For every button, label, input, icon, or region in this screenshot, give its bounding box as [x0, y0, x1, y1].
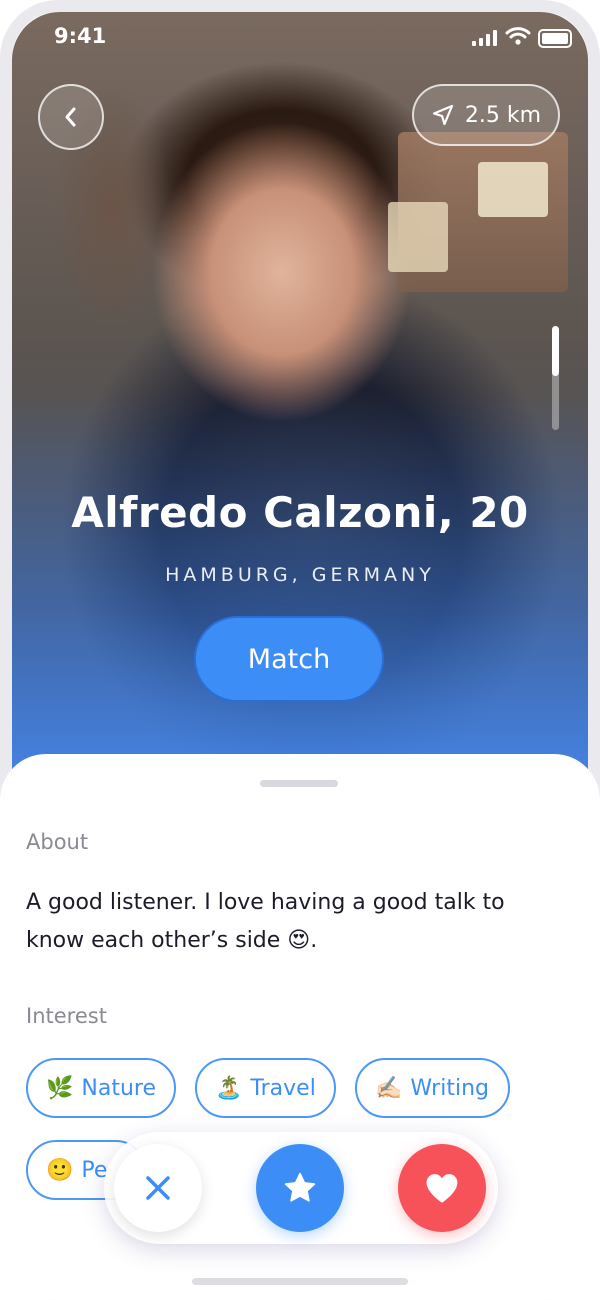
interest-label: Interest — [26, 1004, 107, 1028]
phone-screen: 9:41 2.5 km Alfredo Calzoni, 20 HAMBURG,… — [0, 0, 600, 1300]
cellular-signal-icon — [472, 30, 497, 46]
about-label: About — [26, 830, 89, 854]
chip-label: Writing — [410, 1075, 489, 1101]
home-indicator[interactable] — [192, 1278, 408, 1285]
interest-chip-travel[interactable]: 🏝️ Travel — [195, 1058, 336, 1118]
back-chevron-icon — [65, 107, 76, 127]
dislike-button[interactable] — [114, 1144, 202, 1232]
like-button[interactable] — [398, 1144, 486, 1232]
chip-label: Travel — [250, 1075, 316, 1101]
status-bar: 9:41 — [0, 22, 600, 56]
interest-chip-writing[interactable]: ✍🏻 Writing — [355, 1058, 510, 1118]
photo-window — [478, 162, 548, 217]
photo-gradient-overlay — [12, 392, 588, 812]
smile-icon: 🙂 — [46, 1157, 74, 1183]
back-button[interactable] — [38, 84, 104, 150]
action-bar — [104, 1132, 498, 1244]
chip-label: Pe — [81, 1157, 108, 1183]
sheet-drag-handle[interactable] — [260, 780, 338, 787]
photo-window — [388, 202, 448, 272]
leaf-icon: 🌿 — [46, 1075, 74, 1101]
photo-scroll-thumb[interactable] — [552, 326, 559, 376]
about-text: A good listener. I love having a good ta… — [26, 890, 505, 953]
star-icon — [284, 1172, 316, 1202]
battery-icon — [538, 29, 572, 48]
status-time: 9:41 — [54, 24, 107, 48]
profile-location: HAMBURG, GERMANY — [165, 564, 435, 586]
distance-text: 2.5 km — [464, 102, 542, 128]
super-like-button[interactable] — [256, 1144, 344, 1232]
close-icon — [146, 1176, 170, 1200]
chip-label: Nature — [81, 1075, 157, 1101]
heart-icon — [426, 1174, 458, 1203]
island-icon: 🏝️ — [215, 1075, 243, 1101]
interest-chip-nature[interactable]: 🌿 Nature — [26, 1058, 176, 1118]
distance-badge: 2.5 km — [412, 84, 560, 146]
location-arrow-icon — [432, 104, 454, 126]
profile-name: Alfredo Calzoni, 20 — [71, 488, 529, 537]
match-button[interactable]: Match — [194, 616, 384, 702]
wifi-icon — [505, 27, 531, 45]
writing-hand-icon: ✍🏻 — [375, 1075, 403, 1101]
